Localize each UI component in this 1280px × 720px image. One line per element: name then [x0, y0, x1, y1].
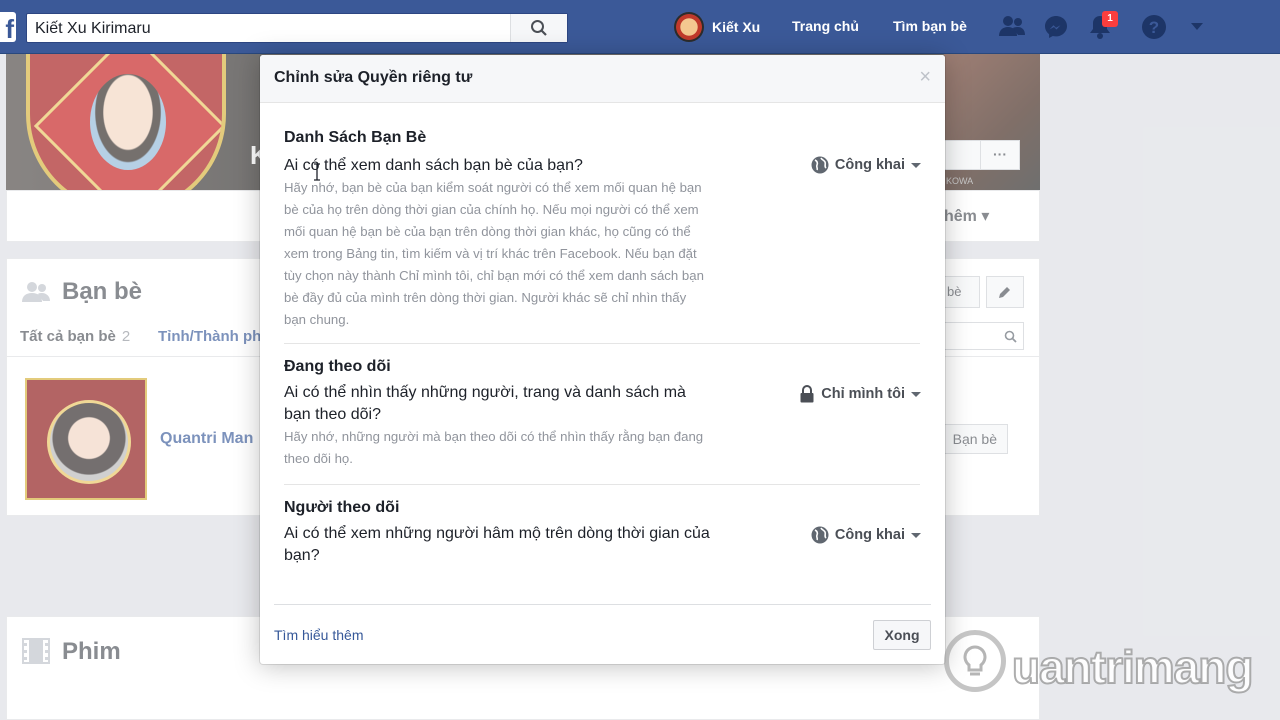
footer-divider [274, 604, 931, 605]
notification-count-badge: 1 [1102, 11, 1118, 27]
nav-profile-link[interactable]: Kiết Xu [674, 12, 760, 42]
nav-home-link[interactable]: Trang chủ [792, 18, 859, 34]
lightbulb-icon [963, 645, 987, 676]
chevron-down-icon [911, 532, 921, 538]
text-cursor-icon [314, 163, 320, 181]
globe-icon [811, 156, 829, 174]
search-box [26, 13, 568, 44]
watermark-text: uantrimang [1011, 640, 1254, 694]
lock-icon [800, 385, 814, 403]
close-icon[interactable]: × [919, 67, 931, 87]
section-title: Đang theo dõi [284, 358, 391, 375]
dialog-title: Chỉnh sửa Quyền riêng tư [274, 69, 473, 86]
search-input[interactable] [33, 14, 517, 44]
audience-selector-following[interactable]: Chỉ mình tôi [799, 385, 921, 403]
section-question: Ai có thể nhìn thấy những người, trang v… [284, 384, 686, 423]
privacy-dialog: Chỉnh sửa Quyền riêng tư × Danh Sách Bạn… [260, 55, 945, 664]
help-icon[interactable]: ? [1141, 14, 1167, 40]
dialog-header: Chỉnh sửa Quyền riêng tư × [260, 55, 945, 103]
section-question: Ai có thể xem những người hâm mộ trên dò… [284, 525, 710, 564]
chevron-down-icon [911, 391, 921, 397]
audience-label: Công khai [834, 527, 905, 543]
messenger-icon[interactable] [1043, 14, 1069, 40]
section-description: Hãy nhớ, những người mà bạn theo dõi có … [284, 429, 704, 466]
done-button[interactable]: Xong [873, 620, 931, 650]
nav-find-friends-link[interactable]: Tìm bạn bè [893, 18, 967, 34]
audience-selector-followers[interactable]: Công khai [811, 526, 921, 544]
globe-icon [811, 526, 829, 544]
chevron-down-icon [911, 162, 921, 168]
account-menu-icon[interactable] [1190, 22, 1204, 32]
watermark-logo [944, 630, 1006, 692]
avatar [674, 12, 704, 42]
section-title: Danh Sách Bạn Bè [284, 129, 427, 146]
audience-label: Công khai [834, 157, 905, 173]
audience-selector-friend-list[interactable]: Công khai [811, 156, 921, 174]
facebook-logo[interactable]: f [0, 12, 16, 42]
friend-requests-icon[interactable] [998, 14, 1026, 40]
section-divider [284, 484, 920, 485]
search-button[interactable] [510, 14, 567, 42]
nav-user-name: Kiết Xu [712, 19, 761, 35]
section-divider [284, 343, 920, 344]
top-navigation-bar: f Kiết Xu Trang chủ Tìm bạn bè 1 ? [0, 0, 1280, 54]
svg-text:?: ? [1149, 18, 1159, 37]
section-following: Đang theo dõi Ai có thể nhìn thấy những … [284, 358, 920, 470]
audience-label: Chỉ mình tôi [821, 386, 905, 402]
section-description: Hãy nhớ, bạn bè của bạn kiểm soát người … [284, 180, 704, 327]
section-title: Người theo dõi [284, 499, 400, 516]
learn-more-link[interactable]: Tìm hiểu thêm [274, 627, 363, 643]
section-question: Ai có thể xem danh sách bạn bè của bạn? [284, 157, 583, 174]
search-icon [531, 20, 547, 36]
